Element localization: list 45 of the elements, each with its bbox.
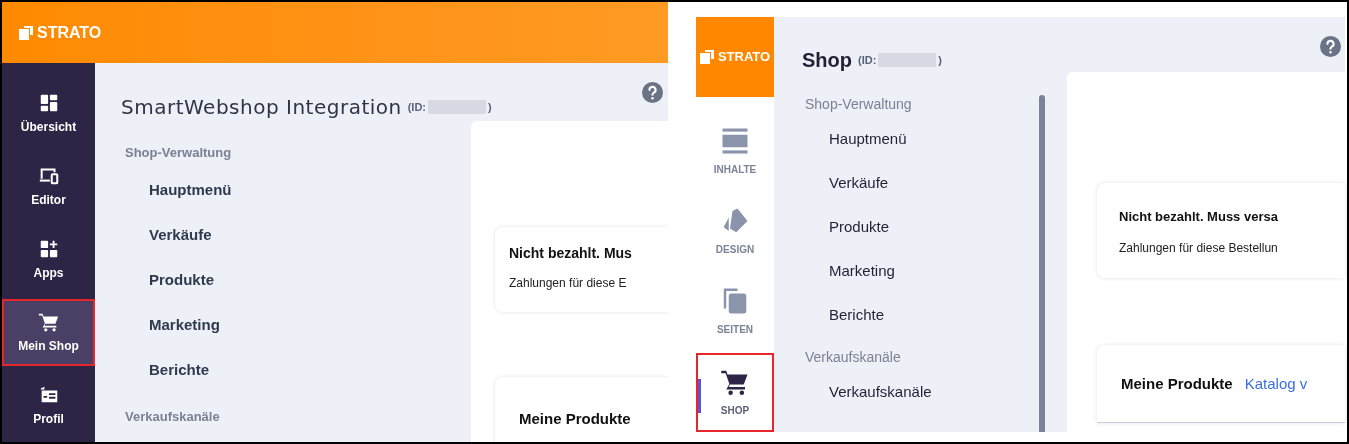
id-close: ) (938, 52, 942, 68)
logo-icon (699, 50, 714, 64)
menu-item[interactable]: Hauptmenü (149, 179, 232, 202)
nav-item[interactable]: Editor (2, 150, 95, 223)
menu-item[interactable]: Hauptmenü (829, 127, 907, 151)
logo-icon (19, 25, 33, 40)
nav-item[interactable]: Mein Shop (2, 299, 95, 366)
nav-item[interactable]: SEITEN (696, 271, 774, 351)
menu-item[interactable]: Marketing (829, 259, 895, 283)
section-heading: Shop-Verwaltung (125, 144, 233, 162)
menu-item[interactable]: Verkäufe (829, 171, 889, 195)
notice-text: Zahlungen für diese Bestellun (1119, 239, 1279, 257)
logo-text: STRATO (37, 22, 102, 43)
nav-item[interactable]: Übersicht (2, 77, 95, 150)
menu-item[interactable]: Marketing (149, 314, 220, 337)
section-heading: Verkaufskanäle (125, 408, 221, 426)
scrollbar[interactable] (1039, 95, 1045, 432)
section-heading: Shop-Verwaltung (805, 95, 913, 112)
nav-item[interactable]: INHALTE (696, 111, 774, 191)
nav-item[interactable]: DESIGN (696, 191, 774, 271)
nav-item[interactable]: Apps (2, 223, 95, 296)
page-title: SmartWebshop Integration (121, 94, 402, 121)
logo-text: STRATO (717, 48, 771, 67)
notice-text: Zahlungen für diese E (509, 275, 628, 292)
notice-title: Nicht bezahlt. Mus (509, 244, 633, 263)
help-icon[interactable] (1320, 36, 1341, 57)
products-title: Meine Produkte (1121, 374, 1233, 394)
id-label: (ID: (858, 52, 877, 68)
section-heading: Verkaufskanäle (805, 348, 902, 365)
menu-item[interactable]: Verkäufe (149, 224, 212, 247)
id-label: (ID: (407, 99, 427, 115)
menu-item[interactable]: Produkte (149, 269, 214, 292)
products-title: Meine Produkte (519, 410, 631, 427)
menu-item[interactable]: Berichte (829, 303, 885, 327)
page-title: Shop (802, 48, 852, 73)
menu-item[interactable]: Berichte (149, 359, 210, 382)
catalog-link[interactable]: Katalog v (1244, 373, 1308, 396)
nav-item[interactable]: SHOP (696, 353, 774, 432)
active-indicator (698, 379, 701, 413)
help-icon[interactable] (642, 82, 663, 103)
nav-item[interactable]: Profil (2, 369, 95, 442)
id-close: ) (488, 99, 492, 115)
menu-item[interactable]: Verkaufskanäle (829, 380, 932, 404)
notice-title: Nicht bezahlt. Muss versa (1119, 208, 1279, 226)
menu-item[interactable]: Produkte (829, 215, 890, 239)
